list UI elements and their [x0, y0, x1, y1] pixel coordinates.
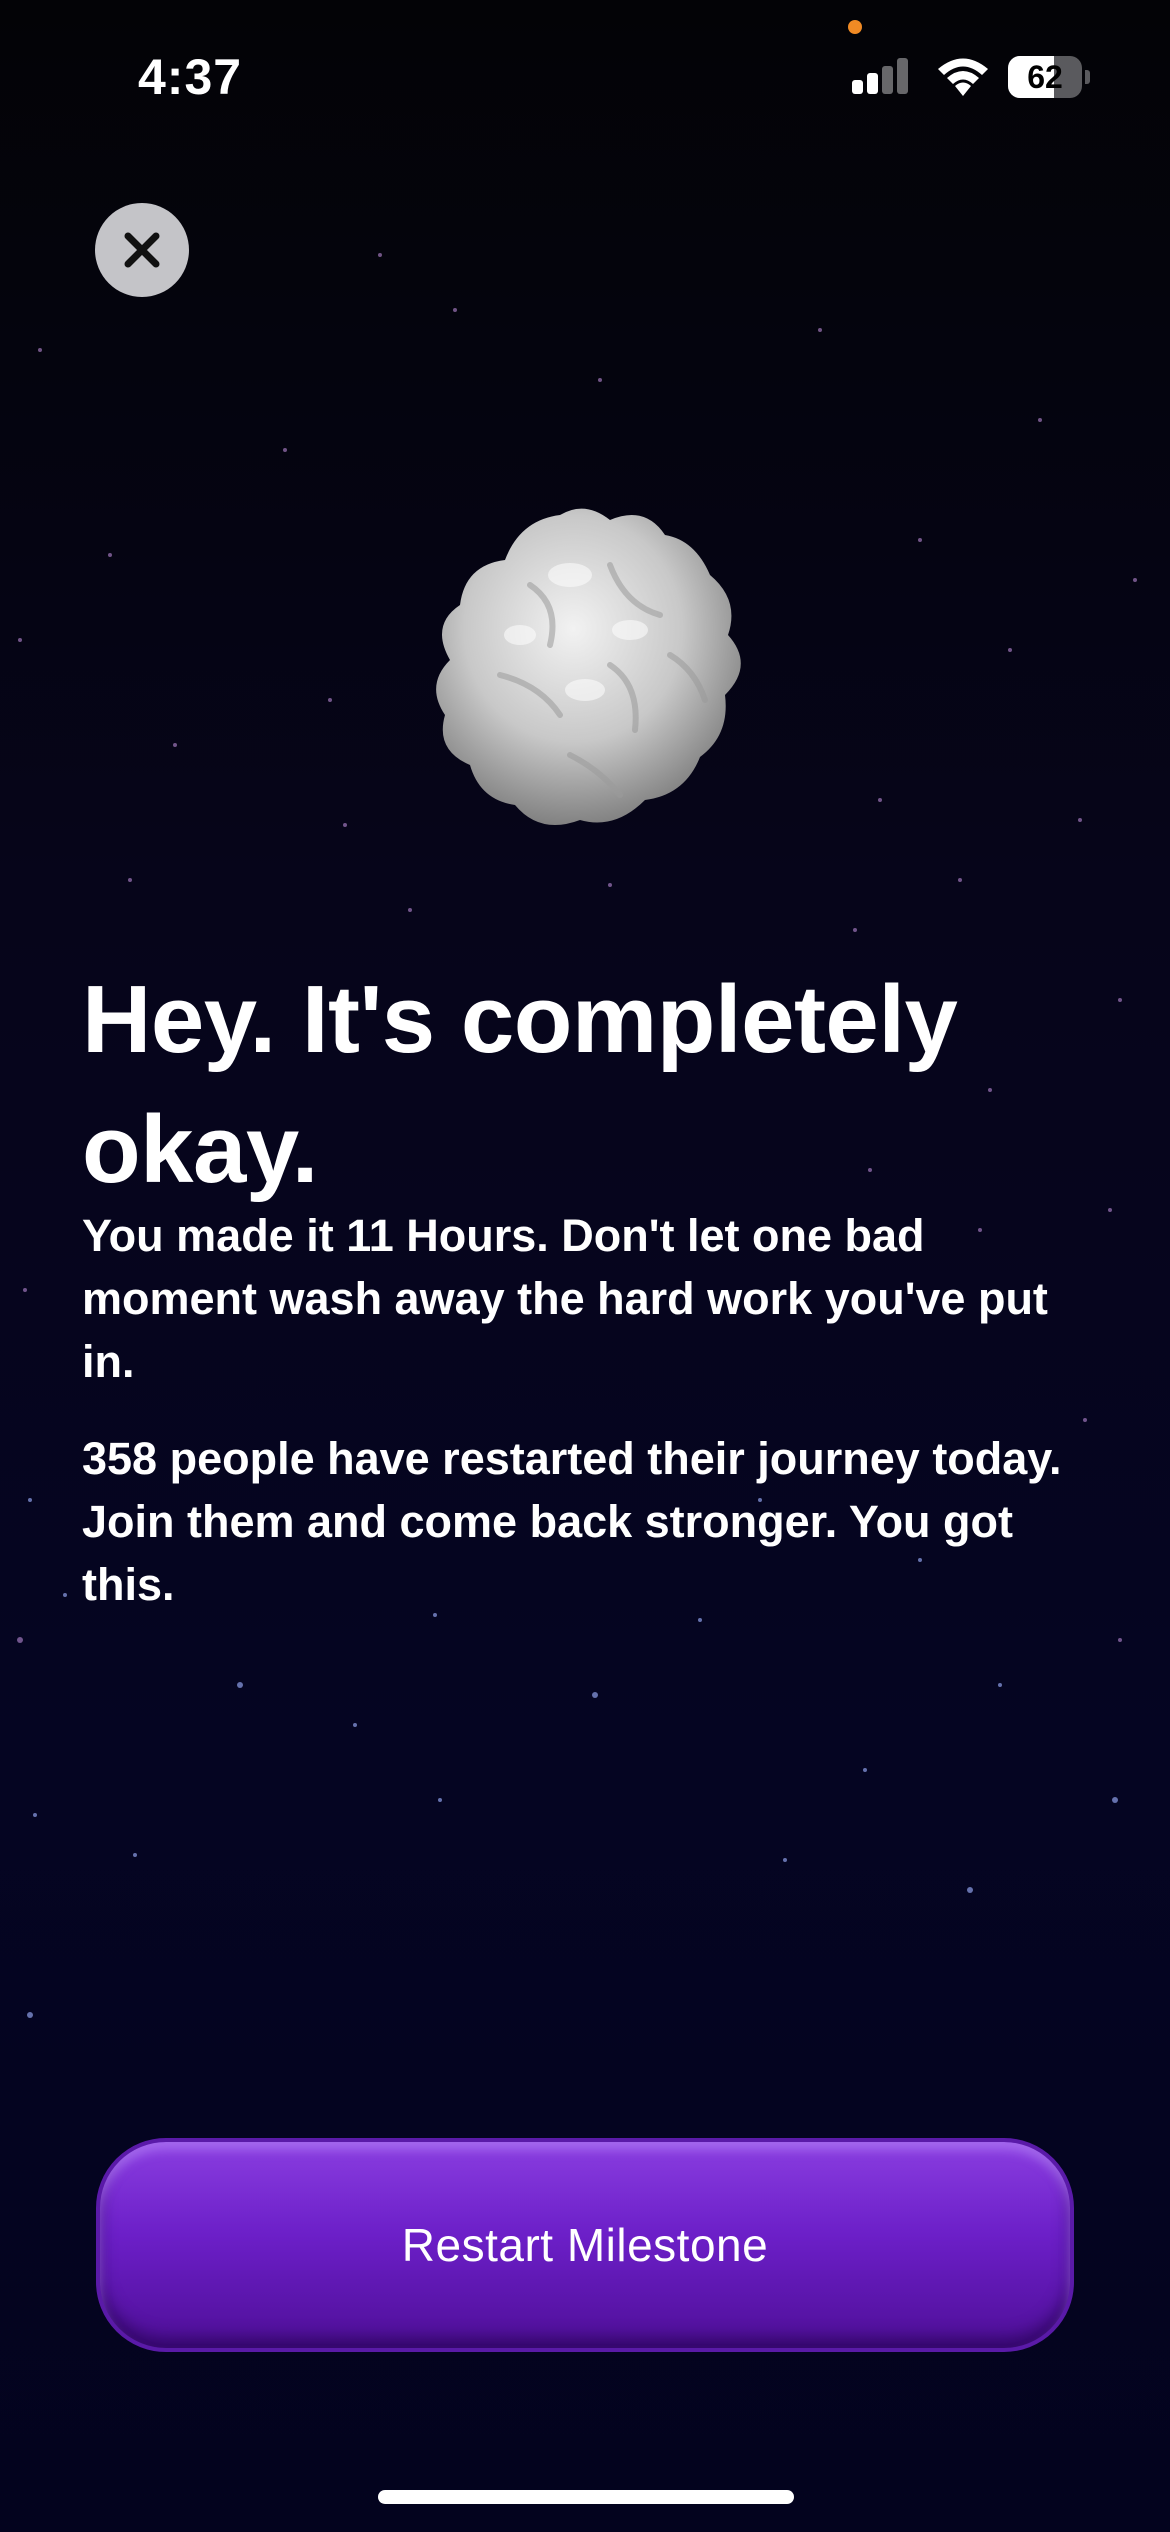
battery-level: 62 [1027, 59, 1063, 95]
restart-milestone-button[interactable]: Restart Milestone [96, 2138, 1074, 2352]
signal-icon [852, 58, 908, 94]
community-message: 358 people have restarted their journey … [82, 1433, 1062, 1610]
status-bar: 4:37 62 [0, 0, 1170, 150]
relapse-screen: 4:37 62 Hey. It's completely okay. You m… [0, 0, 1170, 2532]
close-icon [124, 232, 160, 268]
rock-icon [436, 508, 741, 825]
home-indicator[interactable] [378, 2490, 794, 2504]
close-button[interactable] [95, 203, 189, 297]
battery-icon: 62 [1008, 56, 1090, 98]
privacy-indicator-dot [848, 20, 862, 34]
progress-message: You made it 11 Hours. Don't let one bad … [82, 1210, 1048, 1387]
headline: Hey. It's completely okay. [82, 966, 958, 1203]
status-time: 4:37 [138, 49, 243, 105]
wifi-icon [938, 58, 988, 96]
